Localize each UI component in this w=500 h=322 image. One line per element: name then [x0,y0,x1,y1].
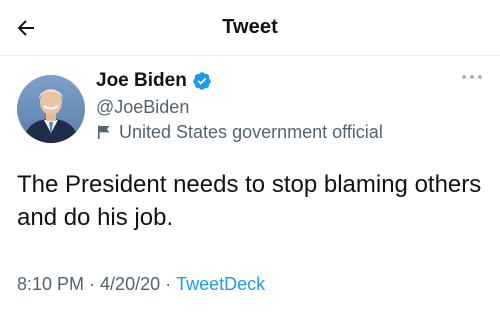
tweet-source-link[interactable]: TweetDeck [176,274,265,294]
author-display-name[interactable]: Joe Biden [96,68,187,94]
more-options-icon [462,75,482,79]
government-label-text: United States government official [119,122,383,142]
profile-photo [17,75,85,143]
government-label[interactable]: United States government official [96,121,383,143]
page-title: Tweet [222,16,278,38]
meta-separator: · [165,274,172,294]
tweet-time[interactable]: 8:10 PM [17,274,84,294]
meta-separator: · [89,274,96,294]
author-handle[interactable]: @JoeBiden [96,96,189,118]
tweet-date[interactable]: 4/20/20 [100,274,160,294]
top-bar: Tweet [0,0,500,56]
flag-icon [96,124,112,140]
verified-badge-icon [192,71,212,91]
tweet-meta: 8:10 PM · 4/20/20 · TweetDeck [17,272,265,296]
author-name-row: Joe Biden [96,68,212,94]
tweet-text: The President needs to stop blaming othe… [17,171,482,231]
more-options-button[interactable] [455,66,489,88]
avatar[interactable] [17,75,85,143]
